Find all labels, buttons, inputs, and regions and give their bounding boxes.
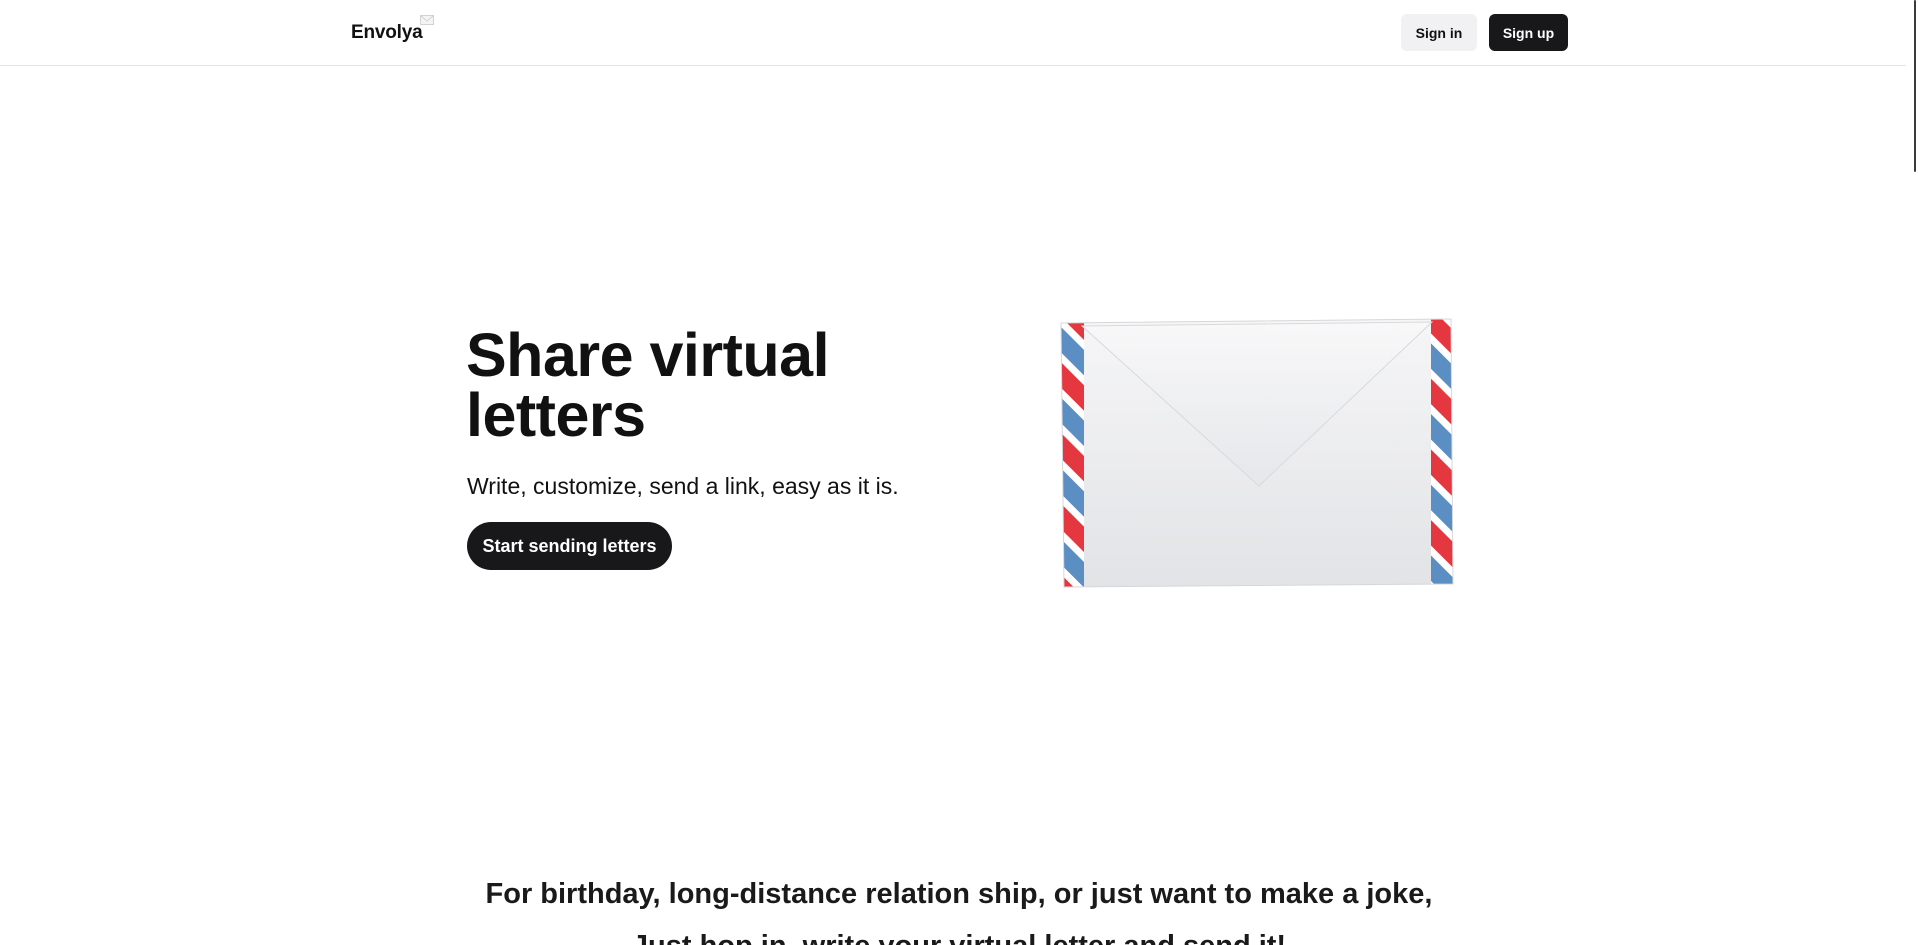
hero-title: Share virtual letters — [466, 321, 830, 449]
scrollbar-thumb[interactable] — [1914, 0, 1916, 172]
hero-subtitle: Write, customize, send a link, easy as i… — [467, 473, 899, 499]
airmail-envelope-image — [1060, 318, 1454, 588]
brand-logo-link[interactable]: Envolya — [351, 15, 435, 48]
brand-name: Envolya — [351, 22, 423, 43]
landing-page: Envolya Sign in Sign up Share virtual le… — [0, 0, 1918, 945]
tagline: For birthday, long-distance relation shi… — [0, 868, 1918, 945]
tagline-line-2: Just hop in, write your virtual letter a… — [0, 920, 1918, 945]
site-header: Envolya Sign in Sign up — [0, 0, 1918, 66]
sign-up-button[interactable]: Sign up — [1489, 14, 1568, 51]
page-scrollbar[interactable] — [1906, 0, 1918, 945]
start-sending-button[interactable]: Start sending letters — [467, 522, 672, 570]
sign-in-button[interactable]: Sign in — [1401, 14, 1477, 51]
envelope-icon — [420, 15, 435, 25]
tagline-line-1: For birthday, long-distance relation shi… — [485, 878, 1433, 910]
